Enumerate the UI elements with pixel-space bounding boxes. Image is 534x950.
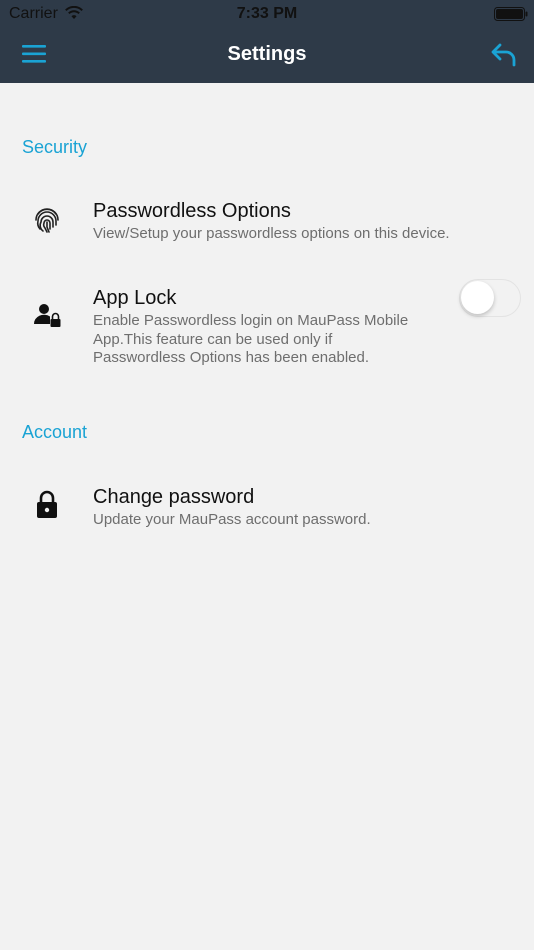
section-header-account: Account: [22, 422, 88, 442]
app-lock-subtitle-line: Passwordless Options has been enabled.: [93, 349, 370, 366]
change-password-title: Change password: [93, 486, 255, 508]
fingerprint-icon: [35, 208, 59, 233]
passwordless-options-subtitle: View/Setup your passwordless options on …: [93, 225, 450, 242]
page-title: Settings: [227, 43, 307, 65]
settings-row-app-lock: App Lock Enable Passwordless login on Ma…: [0, 279, 534, 372]
app-lock-subtitle-line: App.This feature can be used only if: [93, 330, 333, 348]
app-lock-toggle[interactable]: [459, 279, 521, 317]
status-bar: Carrier 7:33 PM: [0, 0, 534, 28]
passwordless-options-title: Passwordless Options: [93, 200, 291, 222]
toggle-knob: [461, 281, 494, 314]
battery-full-icon: [494, 7, 528, 21]
settings-row-change-password[interactable]: Change password Update your MauPass acco…: [0, 481, 534, 541]
lock-icon: [37, 490, 57, 518]
settings-row-passwordless-options[interactable]: Passwordless Options View/Setup your pas…: [0, 195, 534, 255]
app-lock-subtitle: Enable Passwordless login on MauPass Mob…: [93, 312, 408, 368]
app-lock-title: App Lock: [93, 287, 177, 309]
change-password-subtitle: Update your MauPass account password.: [93, 511, 371, 528]
status-time: 7:33 PM: [236, 5, 298, 22]
user-lock-icon: [33, 304, 61, 327]
app-lock-subtitle-line: Enable Passwordless login on MauPass Mob…: [93, 312, 409, 329]
reply-arrow-icon[interactable]: [490, 42, 518, 68]
section-header-security: Security: [22, 137, 88, 157]
navigation-bar: Settings: [0, 28, 534, 83]
